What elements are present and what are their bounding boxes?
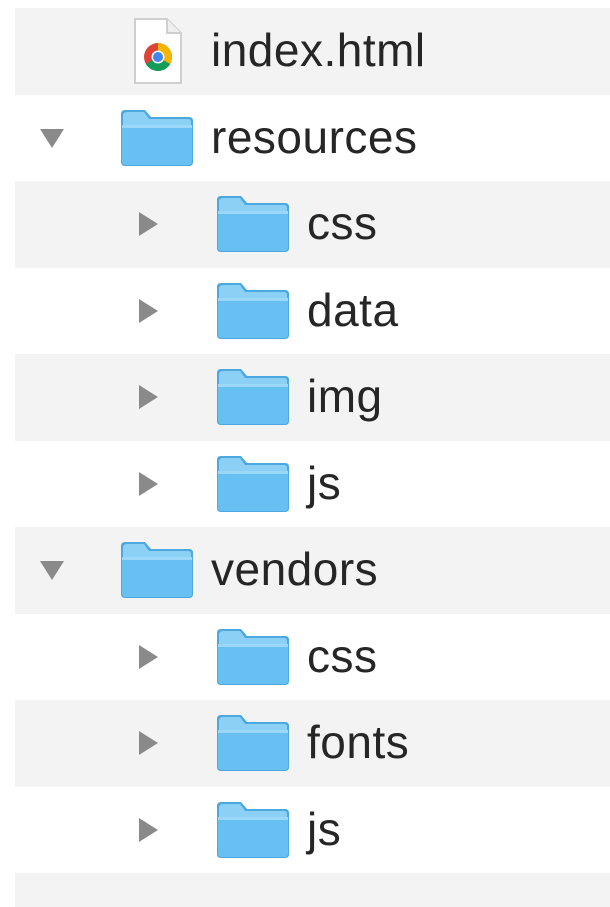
tree-row-resources-data[interactable]: data bbox=[15, 268, 610, 355]
disclosure-triangle-collapsed-icon[interactable] bbox=[133, 469, 163, 499]
folder-icon bbox=[217, 715, 289, 772]
tree-item-label: js bbox=[307, 802, 342, 855]
folder-icon bbox=[121, 109, 193, 166]
tree-row-resources-img[interactable]: img bbox=[15, 354, 610, 441]
tree-row-vendors-css[interactable]: css bbox=[15, 614, 610, 701]
tree-item-label: resources bbox=[211, 110, 418, 163]
folder-icon bbox=[217, 801, 289, 858]
disclosure-triangle-collapsed-icon[interactable] bbox=[133, 382, 163, 412]
disclosure-triangle-collapsed-icon[interactable] bbox=[133, 209, 163, 239]
folder-icon bbox=[217, 369, 289, 426]
chrome-html-file-icon bbox=[134, 18, 182, 85]
disclosure-triangle-collapsed-icon[interactable] bbox=[133, 642, 163, 672]
tree-item-label: index.html bbox=[211, 24, 426, 77]
tree-item-label: vendors bbox=[211, 543, 379, 596]
file-tree: index.html resources css data img js ven… bbox=[15, 8, 610, 907]
tree-row-resources-css[interactable]: css bbox=[15, 181, 610, 268]
disclosure-triangle-collapsed-icon[interactable] bbox=[133, 815, 163, 845]
folder-icon bbox=[217, 628, 289, 685]
disclosure-triangle-collapsed-icon[interactable] bbox=[133, 296, 163, 326]
disclosure-triangle-expanded-icon[interactable] bbox=[37, 123, 67, 153]
tree-item-label: fonts bbox=[307, 716, 410, 769]
tree-item-label: data bbox=[307, 283, 399, 336]
tree-row-index-html[interactable]: index.html bbox=[15, 8, 610, 95]
tree-item-label: js bbox=[307, 456, 342, 509]
disclosure-triangle-collapsed-icon[interactable] bbox=[133, 728, 163, 758]
tree-item-label: css bbox=[307, 629, 378, 682]
folder-icon bbox=[217, 282, 289, 339]
folder-icon bbox=[121, 542, 193, 599]
tree-item-label: css bbox=[307, 197, 378, 250]
disclosure-triangle-expanded-icon[interactable] bbox=[37, 555, 67, 585]
folder-icon bbox=[217, 455, 289, 512]
empty-row bbox=[15, 873, 610, 907]
tree-row-vendors-fonts[interactable]: fonts bbox=[15, 700, 610, 787]
tree-item-label: img bbox=[307, 370, 383, 423]
tree-row-vendors[interactable]: vendors bbox=[15, 527, 610, 614]
tree-row-resources[interactable]: resources bbox=[15, 95, 610, 182]
tree-row-vendors-js[interactable]: js bbox=[15, 787, 610, 874]
folder-icon bbox=[217, 196, 289, 253]
tree-row-resources-js[interactable]: js bbox=[15, 441, 610, 528]
